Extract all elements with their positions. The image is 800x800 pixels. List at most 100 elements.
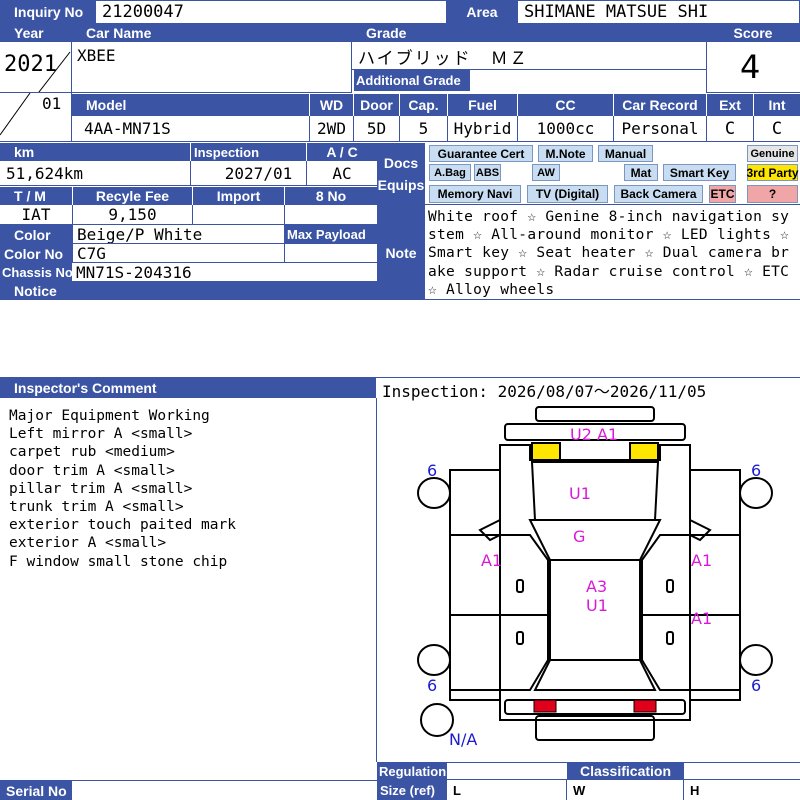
label-int: Int bbox=[753, 94, 800, 116]
left-front-fender bbox=[449, 469, 500, 535]
label-score: Score bbox=[706, 24, 800, 42]
right-rear-fender bbox=[690, 690, 741, 701]
inquiry-no-value: 21200047 bbox=[95, 0, 447, 24]
label-max-payload: Max Payload bbox=[284, 225, 377, 244]
mark-right-front-door: A1 bbox=[691, 551, 712, 570]
label-year: Year bbox=[0, 24, 72, 42]
mark-windshield: G bbox=[573, 527, 585, 546]
comment-line: Left mirror A <small> bbox=[9, 426, 193, 443]
color-value: Beige/P White bbox=[72, 225, 284, 244]
comment-line: carpet rub <medium> bbox=[9, 444, 175, 461]
label-8-no: 8 No bbox=[284, 187, 377, 205]
regulation-value bbox=[447, 762, 567, 780]
tm-value: IAT bbox=[0, 205, 72, 225]
label-door: Door bbox=[353, 94, 399, 116]
inspector-comments: Major Equipment Working Left mirror A <sm… bbox=[9, 407, 236, 571]
eight-no-value bbox=[284, 205, 377, 225]
year-value: 2021 bbox=[4, 52, 57, 77]
label-ext: Ext bbox=[706, 94, 753, 116]
cc-value: 1000cc bbox=[517, 116, 613, 142]
left-headlight bbox=[531, 442, 561, 462]
tire-rear-left bbox=[417, 644, 451, 676]
ac-value: AC bbox=[306, 161, 377, 186]
left-mirror bbox=[478, 519, 501, 542]
label-chassis-no: Chassis No bbox=[0, 263, 72, 282]
comment-line: pillar trim A <small> bbox=[9, 480, 193, 497]
equipment-tag: M.Note bbox=[538, 145, 593, 162]
label-car-name: Car Name bbox=[72, 24, 352, 42]
left-rear-fender bbox=[449, 690, 500, 701]
equipment-tag: Smart Key bbox=[663, 164, 736, 181]
label-cap: Cap. bbox=[399, 94, 447, 116]
car-name-value: XBEE bbox=[77, 46, 116, 65]
label-color-no: Color No bbox=[0, 244, 72, 263]
left-front-handle bbox=[516, 579, 524, 593]
right-front-fender bbox=[690, 469, 741, 535]
equipment-tag: Back Camera bbox=[614, 185, 703, 203]
mark-tire-fr: 6 bbox=[751, 461, 761, 480]
rear-window-outline bbox=[533, 659, 657, 691]
label-tm: T / M bbox=[0, 187, 72, 205]
comment-line: trunk trim A <small> bbox=[9, 499, 184, 516]
label-color: Color bbox=[0, 225, 72, 244]
label-notice: Notice bbox=[0, 282, 377, 300]
mark-right-rear-door: A1 bbox=[691, 609, 712, 628]
equipment-tag: Genuine bbox=[747, 145, 798, 162]
label-area: Area bbox=[447, 0, 517, 24]
equipment-tag: ETC bbox=[709, 185, 736, 203]
mark-left-front-door: A1 bbox=[481, 551, 502, 570]
label-serial-no: Serial No bbox=[0, 781, 72, 800]
label-regulation: Regulation bbox=[377, 762, 447, 780]
label-additional-grade: Additional Grade bbox=[354, 70, 470, 91]
mark-roof-1: A3 bbox=[586, 577, 607, 596]
cap-value: 5 bbox=[399, 116, 447, 142]
equipment-tag: ABS bbox=[474, 164, 501, 181]
mark-tire-fl: 6 bbox=[427, 461, 437, 480]
km-value: 51,624km bbox=[0, 161, 190, 186]
label-recycle-fee: Recyle Fee bbox=[72, 187, 192, 205]
door-value: 5D bbox=[353, 116, 399, 142]
right-taillight bbox=[633, 699, 657, 713]
comment-line: door trim A <small> bbox=[9, 462, 175, 479]
right-headlight bbox=[629, 442, 659, 462]
classification-value bbox=[684, 762, 800, 780]
equipment-tag: Memory Navi bbox=[429, 185, 521, 203]
car-record-value: Personal bbox=[613, 116, 706, 142]
wd-value: 2WD bbox=[309, 116, 353, 142]
ext-value: C bbox=[706, 116, 753, 142]
equipment-tag: ? bbox=[747, 185, 798, 203]
label-model: Model bbox=[72, 94, 309, 116]
label-inquiry-no: Inquiry No bbox=[0, 0, 95, 24]
mark-spare: N/A bbox=[449, 730, 477, 749]
score-value: 4 bbox=[740, 48, 761, 86]
inspection-period: Inspection: 2026/08/07～2026/11/05 bbox=[382, 382, 707, 401]
front-bumper-outline bbox=[535, 406, 655, 422]
mark-hood: U1 bbox=[569, 484, 591, 503]
size-w: W bbox=[567, 780, 684, 800]
windshield-outline bbox=[528, 519, 662, 561]
equipment-tag: AW bbox=[532, 164, 560, 181]
mark-roof-2: U1 bbox=[586, 596, 608, 615]
auction-sheet: Inquiry No 21200047 Area SHIMANE MATSUE … bbox=[0, 0, 800, 800]
comment-line: exterior A <small> bbox=[9, 535, 167, 552]
label-grade: Grade bbox=[352, 24, 706, 42]
recycle-fee-value: 9,150 bbox=[72, 205, 192, 225]
note-text: White roof ☆ Genine 8-inch navigation sy… bbox=[428, 209, 790, 298]
mark-tire-rl: 6 bbox=[427, 676, 437, 695]
comment-line: F window small stone chip bbox=[9, 553, 228, 570]
comment-line: exterior touch paited mark bbox=[9, 517, 236, 534]
import-value bbox=[192, 205, 284, 225]
label-docs: Docs bbox=[383, 155, 419, 171]
label-import: Import bbox=[192, 187, 284, 205]
car-damage-diagram: U2 A1 U1 G A1 A1 A3 U1 A1 6 6 6 6 N/A bbox=[417, 406, 773, 749]
label-inspection: Inspection bbox=[190, 143, 306, 161]
docs-equips-header: Docs Equips bbox=[377, 143, 425, 205]
right-rear-handle bbox=[666, 631, 674, 645]
equipment-tag: Mat bbox=[624, 164, 658, 181]
equipment-tag: 3rd Party bbox=[746, 164, 799, 181]
label-note: Note bbox=[377, 205, 425, 300]
label-equips: Equips bbox=[377, 177, 425, 193]
label-wd: WD bbox=[309, 94, 353, 116]
equipment-tag: Manual bbox=[598, 145, 653, 162]
right-mirror bbox=[689, 519, 712, 542]
